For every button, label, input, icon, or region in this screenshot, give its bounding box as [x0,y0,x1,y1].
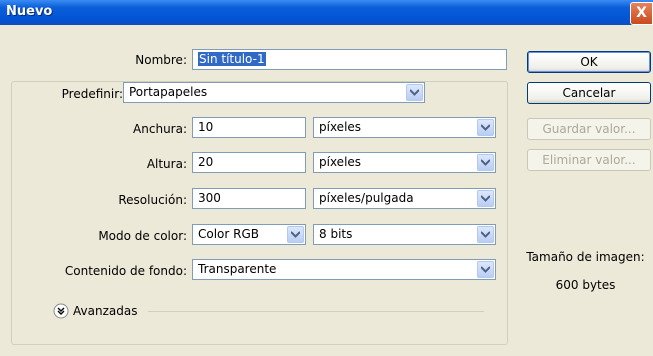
width-value: 10 [198,120,214,134]
new-document-dialog: Nuevo X Nombre: Sin título-1 Predefinir:… [0,0,653,356]
double-chevron-down-icon [53,303,69,319]
preset-label: Predefinir: [44,87,126,101]
height-label: Altura: [146,157,187,171]
ok-button[interactable]: OK [527,51,651,73]
save-preset-button[interactable]: Guardar valor... [527,118,651,140]
chevron-down-icon[interactable] [477,154,494,171]
color-mode-select[interactable]: Color RGB [192,224,306,245]
name-input[interactable]: Sin título-1 [192,49,507,70]
preset-value: Portapapeles [129,85,208,99]
background-label: Contenido de fondo: [64,264,187,278]
resolution-unit-value: píxeles/pulgada [319,191,414,205]
chevron-down-icon[interactable] [406,84,423,101]
color-mode-label: Modo de color: [98,229,187,243]
resolution-unit-select[interactable]: píxeles/pulgada [313,188,496,209]
height-value: 20 [198,155,214,169]
close-icon: X [636,5,647,21]
image-size-value: 600 bytes [555,278,616,292]
height-unit-select[interactable]: píxeles [313,152,496,173]
background-select[interactable]: Transparente [192,259,496,280]
background-value: Transparente [198,262,277,276]
close-button[interactable]: X [630,2,653,25]
chevron-down-icon[interactable] [477,261,494,278]
height-unit-value: píxeles [319,155,362,169]
chevron-down-icon[interactable] [477,226,494,243]
color-mode-value: Color RGB [198,227,260,241]
chevron-down-icon[interactable] [287,226,304,243]
advanced-label: Avanzadas [73,304,138,318]
title-bar[interactable]: Nuevo X [0,0,653,25]
resolution-label: Resolución: [118,193,187,207]
height-input[interactable]: 20 [192,152,306,173]
cancel-button[interactable]: Cancelar [527,82,651,104]
bit-depth-value: 8 bits [319,227,353,241]
image-size-label: Tamaño de imagen: [526,250,645,264]
width-label: Anchura: [133,122,187,136]
chevron-down-icon[interactable] [477,190,494,207]
width-input[interactable]: 10 [192,117,306,138]
delete-preset-button[interactable]: Eliminar valor... [527,149,651,171]
chevron-down-icon[interactable] [477,119,494,136]
name-value: Sin título-1 [198,52,266,66]
bit-depth-select[interactable]: 8 bits [313,224,496,245]
advanced-toggle[interactable] [53,303,69,319]
dialog-title: Nuevo [6,4,53,19]
preset-select[interactable]: Portapapeles [123,82,425,103]
width-unit-value: píxeles [319,120,362,134]
name-label: Nombre: [135,53,187,67]
resolution-input[interactable]: 300 [192,188,306,209]
width-unit-select[interactable]: píxeles [313,117,496,138]
resolution-value: 300 [198,191,221,205]
advanced-separator [148,311,484,312]
